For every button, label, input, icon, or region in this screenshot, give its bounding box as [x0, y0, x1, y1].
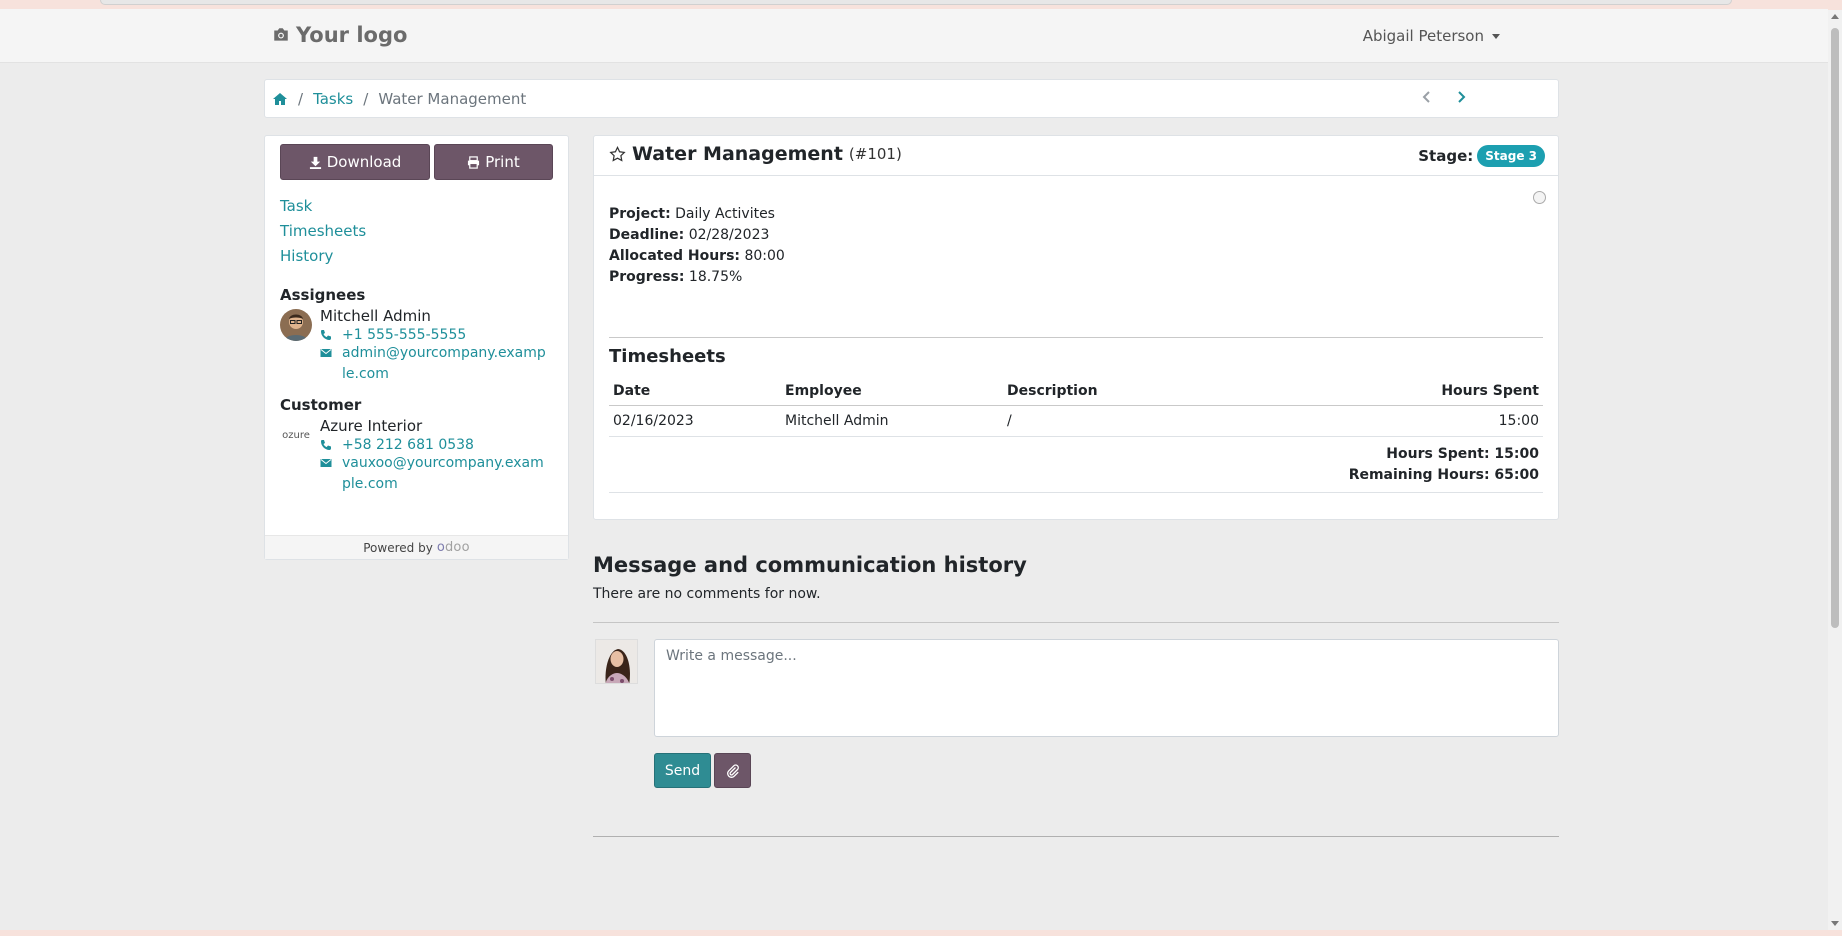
customer-heading: Customer — [280, 396, 362, 414]
download-icon — [309, 156, 321, 169]
assignees-heading: Assignees — [280, 286, 366, 304]
task-name: Water Management — [632, 143, 843, 165]
user-name: Abigail Peterson — [1362, 27, 1484, 45]
assignee-email-row: admin@yourcompany.example.com — [320, 343, 549, 385]
task-card-header: Water Management (#101) Stage: Stage 3 — [594, 136, 1558, 176]
col-description-header: Description — [1007, 382, 1098, 399]
scroll-down-icon[interactable] — [1831, 921, 1839, 926]
breadcrumb-separator: / — [298, 89, 304, 108]
powered-by-footer: Powered by odoo — [265, 535, 568, 559]
user-menu-dropdown[interactable]: Abigail Peterson — [1363, 27, 1500, 45]
timesheets-table: Date Employee Description Hours Spent 02… — [609, 376, 1543, 437]
cell-hours: 15:00 — [1498, 413, 1539, 429]
customer-name: Azure Interior — [320, 417, 423, 435]
browser-bottom-bar — [0, 930, 1842, 936]
phone-icon — [321, 440, 331, 450]
send-button[interactable]: Send — [654, 753, 711, 788]
task-sidebar: Download Print Task Timesheets History A… — [264, 135, 569, 560]
sidebar-actions: Download Print — [280, 144, 553, 180]
detail-deadline: Deadline: 02/28/2023 — [609, 227, 770, 243]
stage-badge: Stage 3 — [1477, 145, 1545, 167]
current-user-avatar — [595, 639, 638, 684]
top-navbar: Your logo Abigail Peterson — [0, 9, 1828, 63]
task-card: Water Management (#101) Stage: Stage 3 P… — [593, 135, 1559, 520]
task-stage: Stage: Stage 3 — [1418, 145, 1545, 167]
company-logo[interactable]: Your logo — [272, 23, 407, 47]
task-title: Water Management (#101) — [609, 143, 902, 165]
cell-date: 02/16/2023 — [613, 413, 694, 429]
caret-down-icon — [1492, 33, 1500, 39]
breadcrumb-tasks-link[interactable]: Tasks — [313, 90, 353, 108]
col-employee-header: Employee — [785, 382, 862, 399]
detail-progress: Progress: 18.75% — [609, 269, 743, 285]
table-header-row: Date Employee Description Hours Spent — [609, 376, 1543, 406]
assignee-name: Mitchell Admin — [320, 307, 431, 325]
assignee-email[interactable]: admin@yourcompany.example.com — [342, 343, 549, 385]
table-row: 02/16/2023 Mitchell Admin / 15:00 — [609, 406, 1543, 437]
camera-icon — [274, 28, 288, 41]
assignee-avatar — [280, 309, 312, 341]
star-icon[interactable] — [609, 145, 626, 163]
scrollbar-thumb[interactable] — [1831, 28, 1839, 628]
paperclip-icon — [726, 763, 739, 778]
sidebar-link-timesheets[interactable]: Timesheets — [280, 221, 366, 241]
total-hours-spent: Hours Spent: 15:00 — [1386, 446, 1539, 462]
cell-employee: Mitchell Admin — [785, 413, 889, 429]
sidebar-link-history[interactable]: History — [280, 246, 366, 266]
print-icon — [468, 155, 480, 169]
chevron-left-icon[interactable] — [1420, 90, 1434, 104]
no-comments-text: There are no comments for now. — [593, 586, 821, 602]
stage-label: Stage: — [1418, 147, 1474, 165]
browser-url-bar[interactable] — [100, 0, 1732, 5]
divider — [593, 622, 1559, 623]
logo-text: Your logo — [296, 23, 408, 47]
divider — [609, 337, 1543, 338]
chevron-right-icon[interactable] — [1454, 90, 1468, 104]
detail-project: Project: Daily Activites — [609, 206, 775, 222]
total-remaining-hours: Remaining Hours: 65:00 — [1348, 467, 1539, 483]
record-pager — [1420, 90, 1468, 104]
timesheets-heading: Timesheets — [609, 346, 726, 367]
sidebar-nav: Task Timesheets History — [280, 196, 366, 266]
task-details: Project: Daily Activites Deadline: 02/28… — [609, 204, 785, 288]
print-button[interactable]: Print — [434, 144, 553, 180]
breadcrumb-separator: / — [363, 89, 369, 108]
home-icon[interactable] — [272, 92, 288, 106]
envelope-icon — [320, 349, 332, 357]
message-input[interactable] — [654, 639, 1559, 737]
col-date-header: Date — [613, 382, 651, 399]
breadcrumb: / Tasks / Water Management — [264, 79, 1559, 118]
assignee-card: Mitchell Admin +1 555-555-5555 admin@you… — [280, 307, 565, 382]
breadcrumb-current: Water Management — [378, 89, 527, 108]
customer-card: ozure Azure Interior +58 212 681 0538 va… — [280, 417, 565, 492]
sidebar-link-task[interactable]: Task — [280, 196, 366, 216]
download-button[interactable]: Download — [280, 144, 430, 180]
download-label: Download — [326, 153, 402, 171]
divider — [593, 836, 1559, 837]
customer-logo: ozure — [280, 419, 312, 451]
task-ref: (#101) — [848, 145, 902, 163]
attach-button[interactable] — [714, 753, 751, 788]
cell-description: / — [1007, 413, 1012, 429]
timesheets-totals: Hours Spent: 15:00 Remaining Hours: 65:0… — [609, 441, 1543, 493]
print-label: Print — [485, 153, 520, 171]
scroll-up-icon[interactable] — [1831, 14, 1839, 19]
phone-icon — [321, 330, 331, 340]
customer-email[interactable]: vauxoo@yourcompany.example.com — [342, 453, 549, 495]
odoo-brand-link[interactable]: odoo — [437, 540, 470, 555]
powered-by-text: Powered by — [363, 540, 433, 555]
envelope-icon — [320, 459, 332, 467]
status-indicator — [1533, 191, 1546, 204]
message-history-heading: Message and communication history — [593, 553, 1027, 577]
detail-allocated-hours: Allocated Hours: 80:00 — [609, 248, 785, 264]
col-hours-header: Hours Spent — [1441, 382, 1539, 399]
page-scrollbar[interactable] — [1828, 10, 1842, 930]
customer-email-row: vauxoo@yourcompany.example.com — [320, 453, 549, 495]
